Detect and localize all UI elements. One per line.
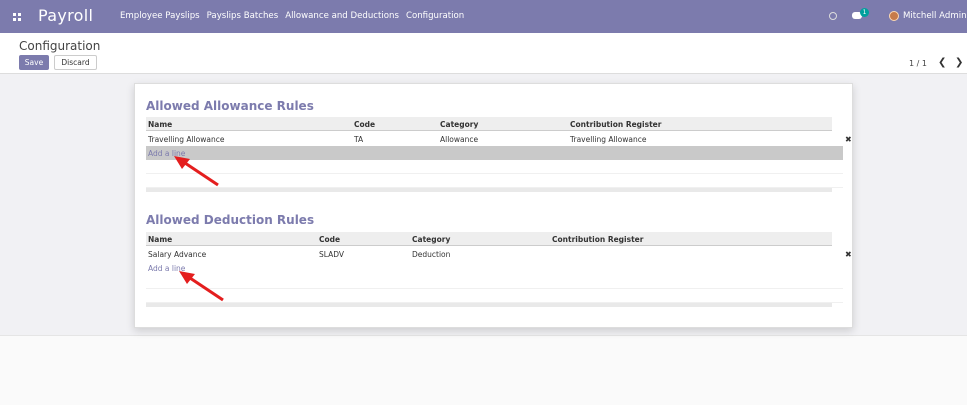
- user-menu[interactable]: Mitchell Admin: [903, 11, 967, 21]
- column-category[interactable]: Category: [412, 235, 450, 244]
- main-menu: Employee Payslips Payslips Batches Allow…: [120, 11, 464, 21]
- add-line-row: Add a line: [146, 261, 843, 275]
- row-register: Travelling Allowance: [570, 135, 647, 144]
- user-avatar[interactable]: [889, 11, 899, 21]
- chatter-area: [0, 335, 967, 405]
- empty-row: [146, 275, 843, 289]
- row-name: Salary Advance: [148, 250, 207, 259]
- form-sheet: Allowed Allowance Rules Name Code Catego…: [134, 83, 853, 328]
- allowance-table-header: Name Code Category Contribution Register: [146, 117, 832, 131]
- column-category[interactable]: Category: [440, 120, 478, 129]
- add-line-row: Add a line: [146, 146, 843, 160]
- column-code[interactable]: Code: [319, 235, 340, 244]
- deduction-table-header: Name Code Category Contribution Register: [146, 232, 832, 246]
- deduction-section-title: Allowed Deduction Rules: [146, 213, 315, 227]
- column-name[interactable]: Name: [148, 235, 172, 244]
- column-contribution-register[interactable]: Contribution Register: [552, 235, 643, 244]
- menu-item-allowance-deductions[interactable]: Allowance and Deductions: [285, 11, 399, 21]
- menu-item-payslips-batches[interactable]: Payslips Batches: [207, 11, 279, 21]
- column-name[interactable]: Name: [148, 120, 172, 129]
- empty-row: [146, 160, 843, 174]
- add-line-link[interactable]: Add a line: [148, 264, 185, 273]
- times-icon[interactable]: ✖: [845, 250, 852, 259]
- table-row[interactable]: Travelling Allowance TA Allowance Travel…: [146, 132, 852, 146]
- breadcrumb: Configuration: [19, 39, 101, 53]
- top-navbar: Payroll Employee Payslips Payslips Batch…: [0, 0, 967, 33]
- chevron-right-icon[interactable]: ❯: [955, 57, 963, 68]
- row-category: Deduction: [412, 250, 451, 259]
- row-code: TA: [354, 135, 364, 144]
- menu-item-employee-payslips[interactable]: Employee Payslips: [120, 11, 200, 21]
- chat-count-badge: 1: [860, 8, 869, 17]
- clock-icon[interactable]: [829, 12, 837, 20]
- column-contribution-register[interactable]: Contribution Register: [570, 120, 661, 129]
- deduction-table-footer: [146, 303, 832, 307]
- save-button[interactable]: Save: [19, 55, 49, 70]
- table-row[interactable]: Salary Advance SLADV Deduction ✖: [146, 247, 852, 261]
- row-category: Allowance: [440, 135, 479, 144]
- chevron-left-icon[interactable]: ❮: [938, 57, 946, 68]
- allowance-table-footer: [146, 188, 832, 192]
- allowance-section-title: Allowed Allowance Rules: [146, 99, 314, 113]
- empty-row: [146, 174, 843, 188]
- pager-value[interactable]: 1 / 1: [909, 59, 927, 68]
- column-code[interactable]: Code: [354, 120, 375, 129]
- times-icon[interactable]: ✖: [845, 135, 852, 144]
- apps-menu-icon[interactable]: [13, 13, 22, 21]
- row-name: Travelling Allowance: [148, 135, 225, 144]
- discard-button[interactable]: Discard: [54, 55, 97, 70]
- add-line-link[interactable]: Add a line: [148, 149, 185, 158]
- control-panel: Configuration Save Discard 1 / 1 ❮ ❯: [0, 33, 967, 74]
- app-title[interactable]: Payroll: [38, 6, 93, 25]
- row-code: SLADV: [319, 250, 345, 259]
- menu-item-configuration[interactable]: Configuration: [406, 11, 464, 21]
- empty-row: [146, 289, 843, 303]
